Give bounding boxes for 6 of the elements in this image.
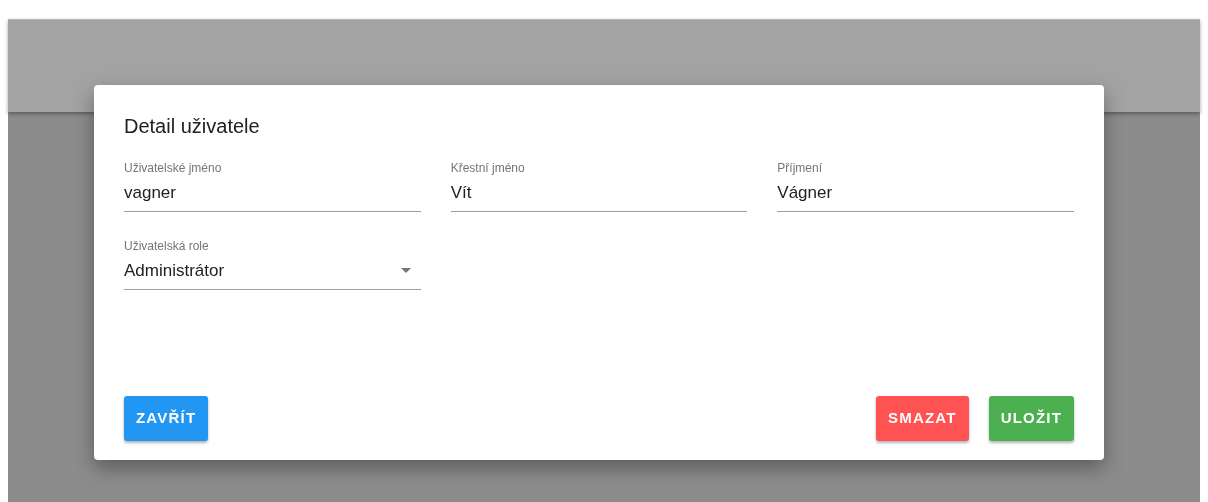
text-field[interactable]: Uživatelské jméno vagner	[124, 156, 421, 212]
dropdown-caret-icon	[400, 268, 411, 273]
select-field[interactable]: Uživatelská role Administrátor	[124, 234, 421, 290]
text-field[interactable]: Křestní jméno Vít	[450, 156, 748, 212]
text-field[interactable]: Příjmení Vágner	[777, 156, 1074, 212]
dialog-title: Detail uživatele	[124, 114, 260, 139]
